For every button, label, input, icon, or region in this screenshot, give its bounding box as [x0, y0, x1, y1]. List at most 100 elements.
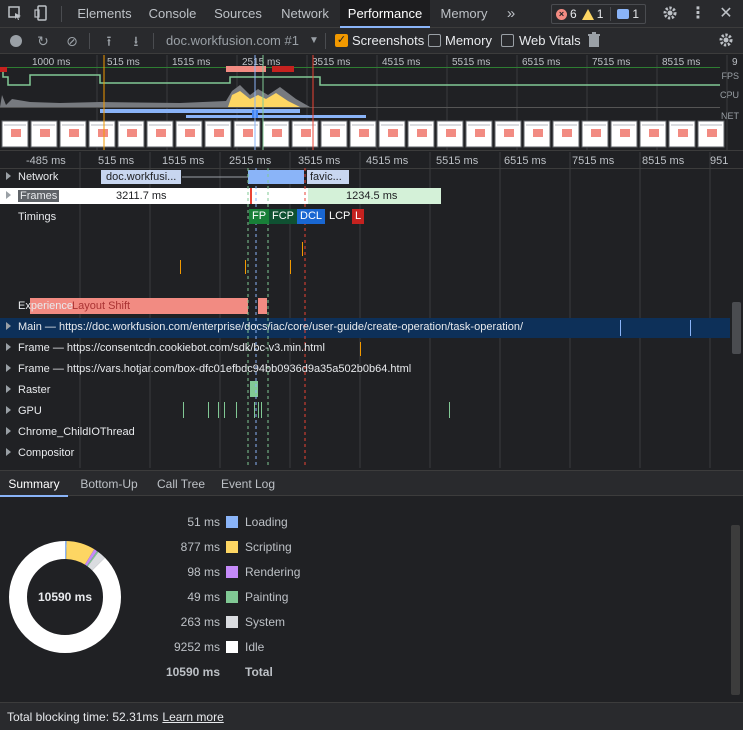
marker-dcl[interactable]: DCL	[297, 209, 326, 224]
marker-load[interactable]: L	[352, 209, 365, 224]
expand-arrow-icon[interactable]	[6, 172, 11, 180]
expand-arrow-icon[interactable]	[6, 406, 11, 414]
timeline-scrollbar[interactable]	[732, 302, 741, 354]
summary-row-total: 10590 ms Total	[165, 665, 273, 679]
track-frames[interactable]: Frames	[0, 186, 60, 206]
expand-arrow-icon[interactable]	[6, 427, 11, 435]
separator	[61, 6, 62, 22]
network-request-label[interactable]: doc.workfusi...	[106, 170, 176, 184]
summary-scrollbar[interactable]	[731, 525, 740, 695]
collect-garbage-icon[interactable]	[585, 32, 603, 50]
inspect-element-icon[interactable]	[6, 5, 24, 23]
issues-counter[interactable]: × 6 1 1	[551, 4, 646, 24]
track-network[interactable]: Network	[0, 167, 58, 187]
track-experience[interactable]: Experience	[0, 296, 73, 316]
network-request-label[interactable]: favic...	[310, 170, 342, 184]
summary-row-scripting: 877 ms Scripting	[180, 540, 292, 554]
track-compositor[interactable]: Compositor	[0, 443, 74, 463]
tab-event-log[interactable]: Event Log	[214, 471, 282, 497]
summary-row-idle: 9252 ms Idle	[173, 640, 265, 654]
message-count: 1	[632, 7, 640, 21]
expand-arrow-icon[interactable]	[6, 343, 11, 351]
memory-checkbox[interactable]	[428, 34, 441, 47]
status-footer: Total blocking time: 52.31ms Learn more	[0, 702, 743, 730]
timeline-tick: 7515 ms	[572, 155, 615, 167]
marker-lcp[interactable]: LCP	[326, 209, 354, 224]
tab-call-tree[interactable]: Call Tree	[150, 471, 212, 497]
record-button[interactable]	[10, 35, 22, 47]
scripting-swatch	[226, 541, 238, 553]
track-raster[interactable]: Raster	[0, 380, 50, 400]
marker-fp[interactable]: FP	[249, 209, 270, 224]
performance-toolbar: ↻ ⊘ ⭱ ⭳ doc.workfusion.com #1 ▼ ✓ Screen…	[0, 28, 743, 54]
timeline-flamechart[interactable]: -485 ms 515 ms 1515 ms 2515 ms 3515 ms 4…	[0, 152, 743, 468]
summary-row-painting: 49 ms Painting	[187, 590, 289, 604]
profile-select[interactable]: doc.workfusion.com #1	[166, 32, 299, 50]
close-devtools-icon[interactable]: ✕	[717, 5, 735, 23]
layout-shift-event[interactable]: Layout Shift	[72, 299, 130, 313]
timeline-tick: 5515 ms	[436, 155, 479, 167]
tab-bottom-up[interactable]: Bottom-Up	[70, 471, 148, 497]
tab-console[interactable]: Console	[140, 0, 205, 28]
frame-duration[interactable]: 1234.5 ms	[346, 189, 397, 203]
more-tabs-button[interactable]: »	[500, 0, 522, 28]
capture-settings-gear-icon[interactable]	[717, 32, 735, 50]
overview-graph	[0, 55, 728, 150]
timeline-tick: 3515 ms	[298, 155, 341, 167]
timeline-tick: 515 ms	[98, 155, 135, 167]
tab-performance[interactable]: Performance	[340, 0, 430, 28]
web-vitals-label: Web Vitals	[519, 33, 581, 48]
summary-row-loading: 51 ms Loading	[187, 515, 288, 529]
tab-memory[interactable]: Memory	[432, 0, 496, 28]
screenshots-checkbox[interactable]: ✓	[335, 34, 348, 47]
track-main-thread[interactable]: Main — https://doc.workfusion.com/enterp…	[0, 317, 730, 337]
device-toolbar-icon[interactable]	[33, 5, 51, 23]
upload-profile-icon[interactable]: ⭱	[100, 32, 118, 50]
donut-total-label: 10590 ms	[37, 590, 93, 604]
timeline-tick: 4515 ms	[366, 155, 409, 167]
settings-gear-icon[interactable]	[661, 5, 679, 23]
loading-swatch	[226, 516, 238, 528]
details-tabbar: Summary Bottom-Up Call Tree Event Log	[0, 470, 743, 497]
timeline-tick: 951	[710, 155, 729, 167]
more-options-icon[interactable]: ⋮	[689, 5, 707, 23]
marker-fcp[interactable]: FCP	[269, 209, 297, 224]
warning-icon	[581, 8, 594, 20]
timeline-overview[interactable]: 1000 ms 515 ms 1515 ms 2515 ms 3515 ms 4…	[0, 55, 743, 151]
rendering-swatch	[226, 566, 238, 578]
expand-arrow-icon[interactable]	[6, 322, 11, 330]
timeline-tick: 1515 ms	[162, 155, 205, 167]
expand-arrow-icon[interactable]	[6, 385, 11, 393]
expand-arrow-icon[interactable]	[6, 191, 11, 199]
expand-arrow-icon[interactable]	[6, 364, 11, 372]
error-icon: ×	[556, 8, 567, 20]
devtools-tabbar: Elements Console Sources Network Perform…	[0, 0, 743, 28]
download-profile-icon[interactable]: ⭳	[127, 32, 145, 50]
screenshots-label: Screenshots	[352, 33, 425, 48]
tab-summary[interactable]: Summary	[0, 471, 68, 497]
warning-count: 1	[596, 7, 604, 21]
track-frame-hotjar[interactable]: Frame — https://vars.hotjar.com/box-dfc0…	[0, 359, 411, 379]
timeline-tick: -485 ms	[26, 155, 66, 167]
idle-swatch	[226, 641, 238, 653]
message-icon	[617, 9, 630, 19]
track-gpu[interactable]: GPU	[0, 401, 42, 421]
summary-row-rendering: 98 ms Rendering	[187, 565, 301, 579]
clear-icon[interactable]: ⊘	[63, 32, 81, 50]
tab-sources[interactable]: Sources	[206, 0, 270, 28]
reload-record-icon[interactable]: ↻	[34, 32, 52, 50]
system-swatch	[226, 616, 238, 628]
track-timings[interactable]: Timings	[0, 207, 56, 227]
tab-network[interactable]: Network	[272, 0, 338, 28]
tab-elements[interactable]: Elements	[70, 0, 139, 28]
expand-arrow-icon[interactable]	[6, 448, 11, 456]
web-vitals-checkbox[interactable]	[501, 34, 514, 47]
track-child-io-thread[interactable]: Chrome_ChildIOThread	[0, 422, 135, 442]
frame-duration[interactable]: 3211.7 ms	[116, 189, 167, 203]
timeline-tick: 8515 ms	[642, 155, 685, 167]
chevron-down-icon[interactable]: ▼	[309, 33, 319, 49]
summary-row-system: 263 ms System	[180, 615, 286, 629]
learn-more-link[interactable]: Learn more	[162, 710, 223, 724]
timeline-tick: 6515 ms	[504, 155, 547, 167]
track-frame-cookiebot[interactable]: Frame — https://consentcdn.cookiebot.com…	[0, 338, 325, 358]
